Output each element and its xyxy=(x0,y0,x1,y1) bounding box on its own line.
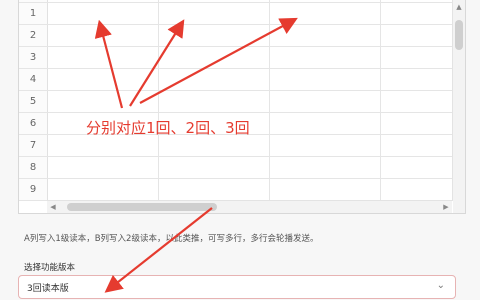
form-panel: 1 2 3 4 5 6 7 8 9 ▲ ◀ ▶ 选择功能版本 3回读本版 ⌄ 分… xyxy=(0,0,480,300)
annotation-arrow-to-select xyxy=(104,207,213,293)
annotation-arrows xyxy=(94,17,298,293)
annotation-arrow-1 xyxy=(94,19,124,109)
annotation-arrow-3 xyxy=(139,17,298,104)
